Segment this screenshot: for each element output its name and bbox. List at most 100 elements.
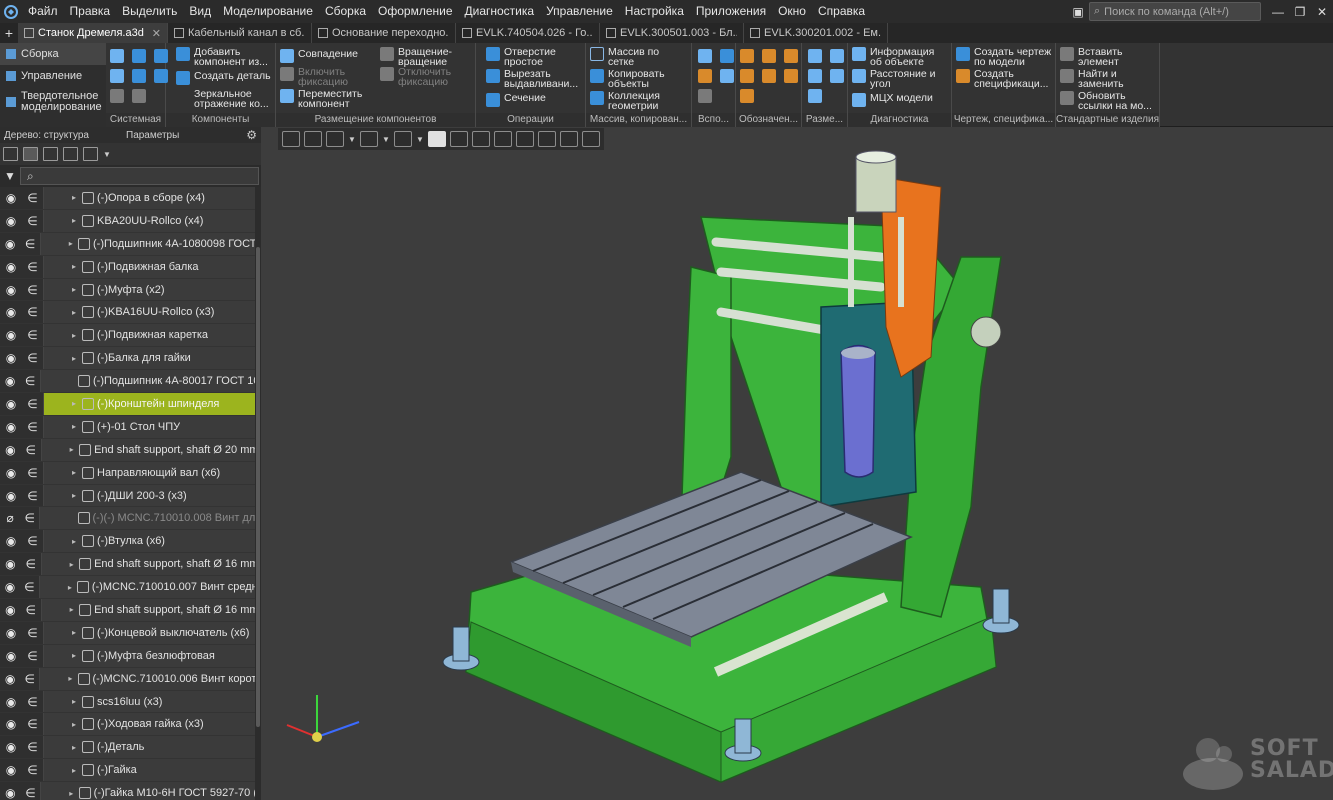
expand-arrow-icon[interactable]: ▸	[72, 285, 82, 294]
disable-fix-button[interactable]: Отключить фиксацию	[380, 67, 472, 87]
menu-item[interactable]: Оформление	[372, 0, 458, 23]
tree-search-input[interactable]: ⌕	[20, 167, 259, 185]
base-icon[interactable]	[762, 49, 776, 63]
eye-icon[interactable]: ◉	[0, 553, 21, 576]
plane-icon[interactable]	[698, 49, 712, 63]
mode-assembly[interactable]: Сборка	[0, 43, 106, 65]
tree-list-icon[interactable]	[3, 147, 18, 161]
tree-row[interactable]: ◉ ∈ ▸ (-)Опора в сборе (x4)	[0, 187, 261, 210]
expand-arrow-icon[interactable]: ▸	[72, 354, 82, 363]
tree-row[interactable]: ◉ ∈ ▸ (-)Ходовая гайка (x3)	[0, 713, 261, 737]
undo-icon[interactable]	[110, 89, 124, 103]
minimize-icon[interactable]: —	[1267, 0, 1289, 23]
tree-row[interactable]: ◉ ∈ ▸ Направляющий вал (x6)	[0, 461, 261, 485]
tree-row[interactable]: ◉ ∈ ▸ (-)ДШИ 200-3 (x3)	[0, 484, 261, 508]
tree-row[interactable]: ◉ ∈ ▸ (-)Муфта безлюфтовая	[0, 644, 261, 668]
cs-icon[interactable]	[720, 69, 734, 83]
eye-icon[interactable]: ◉	[0, 301, 22, 324]
tree-row[interactable]: ◉ ∈ ▸ (-)KBA16UU-Rollco (x3)	[0, 301, 261, 325]
radial-dim-icon[interactable]	[808, 69, 822, 83]
eye-icon[interactable]: ◉	[0, 713, 22, 736]
include-icon[interactable]: ∈	[20, 507, 41, 530]
eye-icon[interactable]: ◉	[0, 232, 21, 255]
expand-arrow-icon[interactable]: ▸	[72, 743, 82, 752]
tree-row[interactable]: ◉ ∈ ▸ (-)Гайка	[0, 759, 261, 783]
tree-row[interactable]: ⌀∈▸(-)(-) MCNC.710010.008 Винт длин...	[0, 507, 261, 531]
create-drawing-button[interactable]: Создать чертеж по модели	[956, 47, 1054, 67]
mirror-button[interactable]: Зеркальное отражение ко...	[194, 89, 272, 110]
copy-objects-button[interactable]: Копировать объекты	[590, 69, 688, 89]
params-panel-tab[interactable]: Параметры	[122, 130, 244, 141]
expand-arrow-icon[interactable]: ▸	[69, 789, 78, 798]
tree-row[interactable]: ◉ ∈ ▸ (-)Концевой выключатель (x6)	[0, 621, 261, 645]
tree-row[interactable]: ◉ ∈ ▸ End shaft support, shaft Ø 20 mm ...	[0, 438, 261, 462]
tree-row[interactable]: ◉ ∈ ▸ End shaft support, shaft Ø 16 mm ...	[0, 553, 261, 577]
eye-icon[interactable]: ◉	[0, 530, 22, 553]
include-icon[interactable]: ∈	[19, 576, 40, 599]
print-icon[interactable]	[110, 69, 124, 83]
eye-icon[interactable]: ◉	[0, 690, 22, 713]
insert-element-button[interactable]: Вставить элемент	[1060, 47, 1158, 67]
add-component-button[interactable]: Добавить компонент из...	[176, 47, 272, 67]
tree-filter-mode-icon[interactable]	[83, 147, 98, 161]
eye-icon[interactable]: ◉	[0, 736, 22, 759]
expand-arrow-icon[interactable]: ▸	[72, 422, 82, 431]
include-icon[interactable]: ∈	[20, 667, 41, 690]
close-tab-icon[interactable]: ✕	[152, 27, 161, 40]
eye-icon[interactable]: ◉	[0, 667, 21, 690]
weld-icon[interactable]	[740, 89, 754, 103]
menu-item[interactable]: Сборка	[319, 0, 372, 23]
tree-row[interactable]: ◉ ∈ ▸ (-)Балка для гайки	[0, 347, 261, 371]
close-icon[interactable]: ✕	[1311, 0, 1333, 23]
include-icon[interactable]: ∈	[22, 530, 44, 553]
expand-arrow-icon[interactable]: ▸	[72, 331, 82, 340]
include-icon[interactable]: ∈	[22, 484, 44, 507]
mode-management[interactable]: Управление	[0, 65, 106, 87]
linear-dim-icon[interactable]	[808, 49, 822, 63]
mode-solid[interactable]: Твердотельное моделирование	[0, 87, 106, 117]
expand-arrow-icon[interactable]: ▸	[72, 491, 82, 500]
cnc-machine-model[interactable]	[261, 127, 1333, 800]
layout-icon[interactable]: ▣	[1067, 0, 1089, 23]
grid-array-button[interactable]: Массив по сетке	[590, 47, 688, 67]
eye-icon[interactable]: ◉	[0, 759, 22, 782]
menu-item[interactable]: Правка	[64, 0, 117, 23]
document-tab[interactable]: EVLK.300501.003 - Бл...	[600, 23, 744, 43]
eye-icon[interactable]: ◉	[0, 187, 22, 209]
menu-item[interactable]: Выделить	[116, 0, 183, 23]
find-replace-button[interactable]: Найти и заменить	[1060, 69, 1158, 89]
expand-arrow-icon[interactable]: ▸	[70, 445, 79, 454]
document-tab[interactable]: EVLK.300201.002 - Ем...	[744, 23, 888, 43]
simple-hole-button[interactable]: Отверстие простое	[486, 47, 582, 67]
hidden-eye-icon[interactable]: ⌀	[0, 507, 21, 530]
expand-arrow-icon[interactable]: ▸	[70, 560, 79, 569]
menu-item[interactable]: Файл	[22, 0, 64, 23]
tree-row[interactable]: ◉ ∈ ▸ (-)Подшипник 4А-1080098 ГОСТ 1...	[0, 232, 261, 256]
menu-item[interactable]: Приложения	[690, 0, 772, 23]
eye-icon[interactable]: ◉	[0, 370, 21, 393]
include-icon[interactable]: ∈	[22, 187, 44, 209]
include-icon[interactable]: ∈	[22, 736, 44, 759]
arc-dim-icon[interactable]	[808, 89, 822, 103]
eye-icon[interactable]: ◉	[0, 415, 22, 438]
point-icon[interactable]	[698, 69, 712, 83]
mass-props-button[interactable]: МЦХ модели	[852, 93, 948, 107]
eye-icon[interactable]: ◉	[0, 461, 22, 484]
eye-icon[interactable]: ◉	[0, 209, 22, 232]
expand-arrow-icon[interactable]: ▸	[68, 583, 77, 592]
document-tab[interactable]: Кабельный канал в сб...	[168, 23, 312, 43]
enable-fix-button[interactable]: Включить фиксацию	[280, 67, 370, 87]
include-icon[interactable]: ∈	[22, 759, 44, 782]
menu-item[interactable]: Окно	[772, 0, 812, 23]
include-icon[interactable]: ∈	[22, 301, 44, 324]
include-icon[interactable]: ∈	[20, 232, 41, 255]
expand-arrow-icon[interactable]: ▸	[72, 628, 82, 637]
tree-row[interactable]: ◉ ∈ ▸ KBA20UU-Rollco (x4)	[0, 209, 261, 233]
eye-icon[interactable]: ◉	[0, 324, 22, 347]
expand-arrow-icon[interactable]: ▸	[68, 674, 77, 683]
tree-history-icon[interactable]	[43, 147, 58, 161]
create-spec-button[interactable]: Создать спецификаци...	[956, 69, 1054, 89]
expand-arrow-icon[interactable]: ▸	[72, 697, 82, 706]
expand-arrow-icon[interactable]: ▸	[72, 193, 82, 202]
eye-icon[interactable]: ◉	[0, 599, 21, 621]
